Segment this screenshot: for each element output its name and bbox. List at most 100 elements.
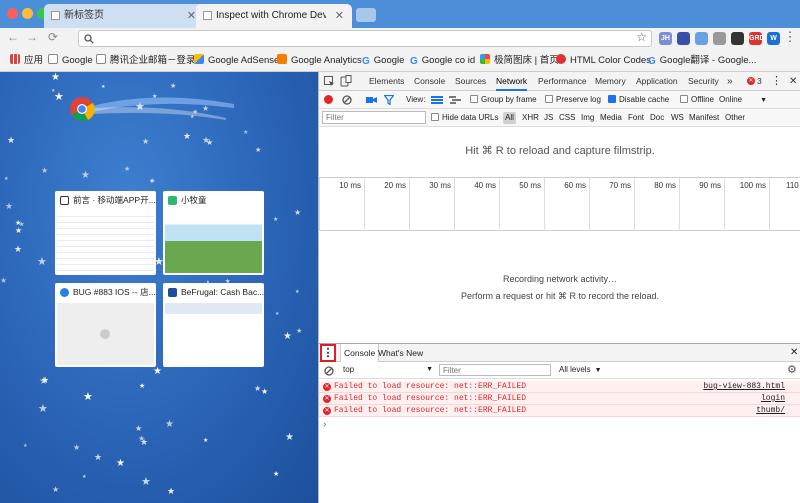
- preserve-log-checkbox[interactable]: Preserve log: [545, 91, 601, 109]
- bookmark-item[interactable]: 极简图床 | 首页: [480, 50, 559, 72]
- devtools-tabbar: Elements Console Sources Network Perform…: [319, 72, 800, 91]
- bookmark-item[interactable]: Google Analytics: [277, 50, 362, 72]
- tab-performance[interactable]: Performance: [538, 72, 587, 91]
- most-visited-tile[interactable]: BeFrugal: Cash Bac...: [163, 283, 264, 367]
- close-devtools-icon[interactable]: ✕: [789, 72, 797, 91]
- device-toolbar-icon[interactable]: [340, 75, 352, 87]
- group-by-frame-checkbox[interactable]: Group by frame: [470, 91, 537, 109]
- menu-icon[interactable]: ⋮: [783, 29, 797, 45]
- omnibox[interactable]: ☆: [78, 30, 652, 47]
- context-select[interactable]: top ▼: [343, 362, 433, 378]
- type-filter-js[interactable]: JS: [544, 109, 553, 127]
- overview-icon[interactable]: [449, 96, 461, 104]
- disable-cache-checkbox[interactable]: Disable cache: [608, 91, 669, 109]
- bookmark-item[interactable]: Google AdSense: [194, 50, 279, 72]
- error-count[interactable]: 3: [757, 72, 762, 91]
- reload-icon[interactable]: ⟳: [46, 30, 60, 44]
- address-input[interactable]: [97, 32, 627, 43]
- throttling-select[interactable]: Online ▼: [719, 91, 767, 109]
- bookmark-item[interactable]: G Google co id: [410, 50, 475, 72]
- more-tabs-button[interactable]: »: [727, 72, 733, 91]
- bookmark-item[interactable]: HTML Color Codes: [556, 50, 651, 72]
- hide-data-urls-checkbox[interactable]: Hide data URLs: [431, 109, 498, 127]
- qr-icon[interactable]: [731, 32, 744, 45]
- type-filter-ws[interactable]: WS: [671, 109, 684, 127]
- forward-icon[interactable]: →: [25, 30, 39, 44]
- dropdown-arrow-icon: ▼: [760, 97, 768, 104]
- type-filter-xhr[interactable]: XHR: [522, 109, 539, 127]
- most-visited-tile[interactable]: BUG #883 IOS -- 店...: [55, 283, 156, 367]
- type-filter-manifest[interactable]: Manifest: [689, 109, 719, 127]
- extension-jh-icon[interactable]: JH: [659, 32, 672, 45]
- close-drawer-icon[interactable]: ✕: [787, 344, 800, 362]
- record-icon[interactable]: [324, 95, 333, 104]
- most-visited-tile[interactable]: 前言 · 移动端APP开...: [55, 191, 156, 275]
- extension-icon[interactable]: [695, 32, 708, 45]
- close-icon[interactable]: ✕: [335, 4, 344, 28]
- timeline-tick: 50 ms: [499, 178, 544, 231]
- inspect-element-icon[interactable]: [324, 76, 335, 87]
- most-visited-tile[interactable]: 小牧童: [163, 191, 264, 275]
- tab-application[interactable]: Application: [636, 72, 678, 91]
- book-icon: [60, 196, 69, 205]
- extension-icon[interactable]: [677, 32, 690, 45]
- devtools-menu-icon[interactable]: ⋮: [771, 72, 782, 91]
- close-icon[interactable]: ✕: [187, 4, 196, 28]
- console-prompt[interactable]: ›: [323, 419, 793, 431]
- clear-icon[interactable]: [342, 95, 352, 105]
- new-tab-button[interactable]: [356, 8, 376, 22]
- star-icon[interactable]: ☆: [636, 30, 647, 44]
- clear-console-icon[interactable]: [324, 366, 334, 376]
- filter-icon[interactable]: [384, 95, 394, 105]
- google-icon: G: [362, 56, 370, 67]
- offline-checkbox[interactable]: Offline: [680, 91, 714, 109]
- type-filter-other[interactable]: Other: [725, 109, 745, 127]
- error-icon: ✕: [323, 395, 331, 403]
- bookmark-item[interactable]: G Google: [362, 50, 404, 72]
- tab-new-tab[interactable]: 新标签页 ✕: [44, 4, 204, 28]
- tab-inspect[interactable]: Inspect with Chrome Develope ✕: [196, 4, 352, 28]
- search-icon: [84, 34, 94, 44]
- source-link[interactable]: bug-view-883.html: [703, 381, 785, 393]
- star-icon: ★: [294, 208, 302, 217]
- network-filter-input[interactable]: [322, 111, 426, 124]
- checkbox-icon: [470, 95, 478, 103]
- tab-security[interactable]: Security: [688, 72, 719, 91]
- type-filter-doc[interactable]: Doc: [650, 109, 664, 127]
- bookmark-item[interactable]: G Google翻译 - Google...: [648, 50, 756, 72]
- tab-console[interactable]: Console: [414, 72, 445, 91]
- bookmark-item[interactable]: Google: [48, 50, 93, 72]
- drawer-tab-whats-new[interactable]: What's New: [375, 344, 426, 362]
- levels-select[interactable]: All levels ▼: [559, 362, 602, 378]
- analytics-icon: [277, 54, 287, 64]
- tab-network[interactable]: Network: [496, 72, 528, 91]
- video-capture-icon[interactable]: [366, 95, 377, 105]
- bookmark-apps[interactable]: 应用: [10, 50, 43, 72]
- type-filter-font[interactable]: Font: [628, 109, 644, 127]
- extension-grd-icon[interactable]: GRD: [749, 32, 765, 45]
- extension-icon[interactable]: [713, 32, 726, 45]
- star-icon: ★: [167, 486, 176, 496]
- star-icon: ★: [261, 387, 269, 396]
- source-link[interactable]: thumb/: [756, 405, 785, 417]
- tab-sources[interactable]: Sources: [455, 72, 486, 91]
- drawer-tab-console[interactable]: Console: [340, 344, 380, 362]
- source-link[interactable]: login: [761, 393, 785, 405]
- minimize-window-button[interactable]: [22, 8, 33, 19]
- extension-w-icon[interactable]: W: [767, 32, 780, 45]
- type-filter-media[interactable]: Media: [600, 109, 622, 127]
- console-settings-icon[interactable]: ⚙: [787, 362, 797, 378]
- close-window-button[interactable]: [7, 8, 18, 19]
- tab-memory[interactable]: Memory: [595, 72, 626, 91]
- timeline-tick: 40 ms: [454, 178, 499, 231]
- type-filter-css[interactable]: CSS: [559, 109, 575, 127]
- tab-elements[interactable]: Elements: [369, 72, 404, 91]
- large-rows-icon[interactable]: [431, 96, 443, 104]
- drawer-menu-icon[interactable]: ⋮: [320, 344, 336, 362]
- console-filter-input[interactable]: [439, 364, 551, 376]
- bookmark-item[interactable]: 腾讯企业邮箱－登录...: [96, 50, 203, 72]
- chrome-logo-icon: [70, 97, 234, 122]
- type-filter-all[interactable]: All: [503, 112, 516, 124]
- type-filter-img[interactable]: Img: [581, 109, 594, 127]
- back-icon[interactable]: ←: [6, 30, 20, 44]
